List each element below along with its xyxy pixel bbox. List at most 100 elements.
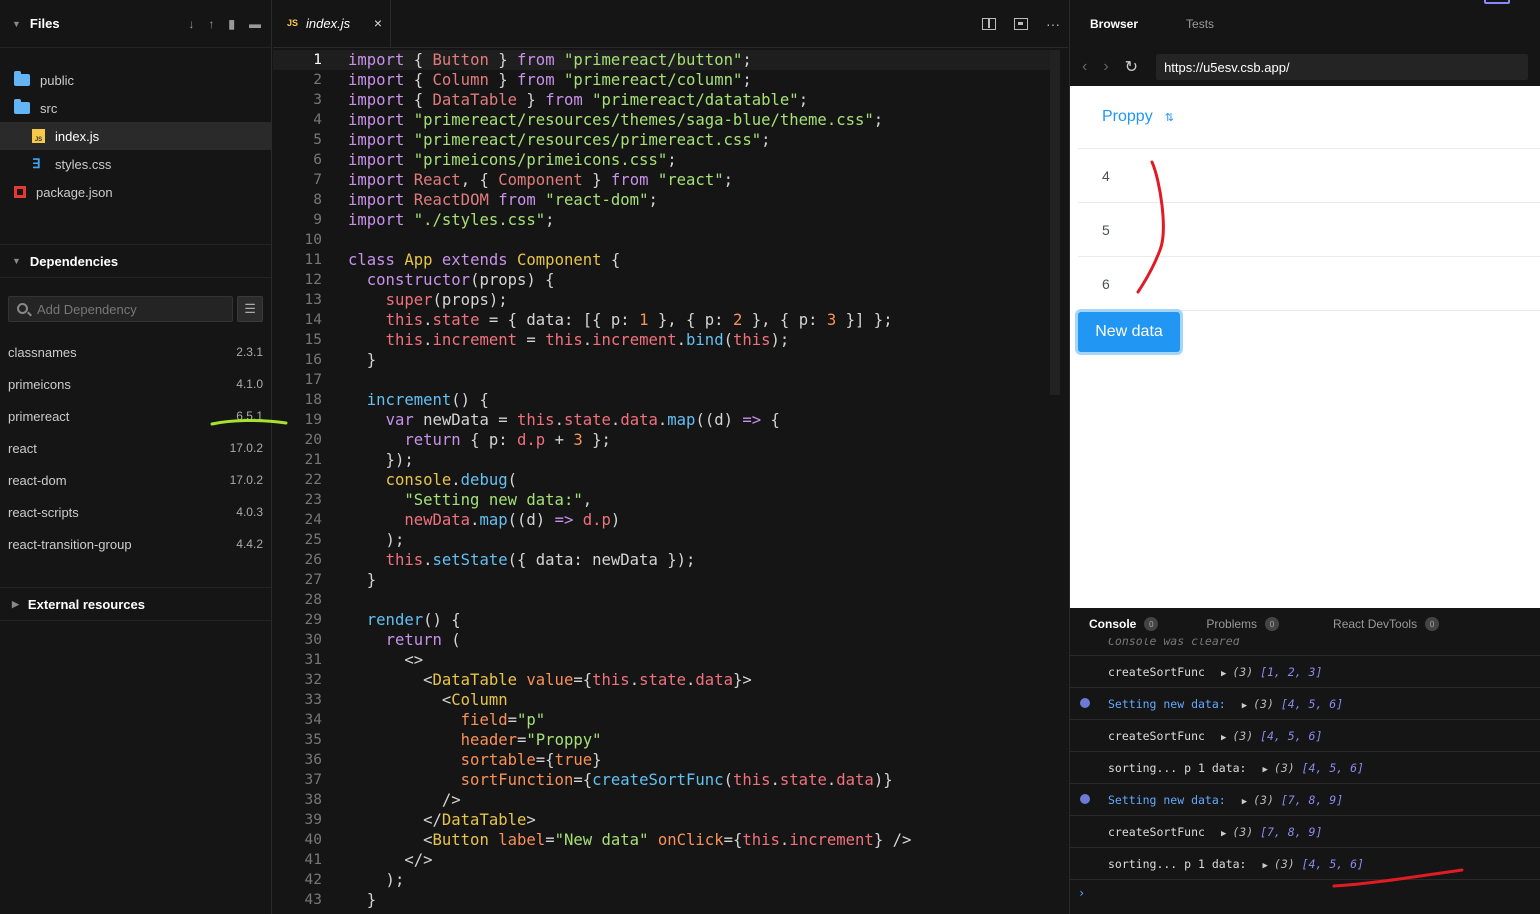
refresh-icon[interactable]: ↻	[1125, 57, 1138, 77]
dependency-row[interactable]: react-transition-group 4.4.2	[0, 528, 271, 560]
tab-react-devtools[interactable]: React DevTools 0	[1333, 617, 1440, 631]
editor-scrollbar[interactable]	[1050, 50, 1060, 395]
dependency-version[interactable]: 6.5.1	[236, 409, 263, 423]
code-line-text: import "primereact/resources/themes/saga…	[348, 111, 884, 129]
tab-console[interactable]: Console 0	[1089, 617, 1159, 631]
new-data-button[interactable]: New data	[1078, 312, 1180, 352]
tree-item-src[interactable]: src	[0, 94, 271, 122]
download-icon[interactable]: ↓	[188, 17, 194, 31]
console-array[interactable]: ▶ (3) [4, 5, 6]	[1221, 729, 1322, 743]
dependency-menu-button[interactable]: ☰	[237, 296, 263, 322]
dependency-row[interactable]: react-dom 17.0.2	[0, 464, 271, 496]
open-preview-icon[interactable]	[1014, 18, 1028, 30]
back-icon[interactable]: ‹	[1082, 58, 1087, 76]
console-prompt[interactable]: ›	[1078, 886, 1085, 900]
tree-item-styles-css[interactable]: ∃ styles.css	[0, 150, 271, 178]
dependency-row[interactable]: primeicons 4.1.0	[0, 368, 271, 400]
code-line-text: </DataTable>	[348, 811, 536, 829]
line-number: 21	[304, 452, 322, 468]
dependency-row[interactable]: primereact 6.5.1	[0, 400, 271, 432]
tab-index-js[interactable]: JS index.js ×	[273, 0, 391, 47]
dependency-version[interactable]: 2.3.1	[236, 345, 263, 359]
layout-icon[interactable]	[1484, 0, 1510, 4]
forward-icon[interactable]: ›	[1103, 58, 1108, 76]
console-row: createSortFunc ▶ (3) [4, 5, 6]	[1070, 720, 1540, 752]
url-input[interactable]	[1164, 59, 1529, 75]
dependency-version[interactable]: 4.0.3	[236, 505, 263, 519]
line-number: 12	[304, 272, 322, 288]
js-file-icon: JS	[32, 129, 45, 143]
array-count: (3)	[1232, 824, 1254, 839]
expand-triangle-icon: ▶	[1241, 796, 1248, 807]
code-line: 23 "Setting new data:",	[273, 490, 1053, 510]
code-line: 21 });	[273, 450, 1053, 470]
more-icon[interactable]: ···	[1046, 16, 1060, 32]
code-line: 13 super(props);	[273, 290, 1053, 310]
console-array[interactable]: ▶ (3) [4, 5, 6]	[1242, 697, 1343, 711]
code-line-text: import { Column } from "primereact/colum…	[348, 71, 752, 89]
console-array[interactable]: ▶ (3) [4, 5, 6]	[1262, 761, 1363, 775]
dependencies-title: Dependencies	[29, 253, 119, 269]
tab-browser[interactable]: Browser	[1090, 17, 1138, 31]
code-line: 4 import "primereact/resources/themes/sag…	[273, 110, 1053, 130]
sort-icon[interactable]: ⇅	[1165, 111, 1174, 124]
console-message: sorting... p 1 data:	[1108, 856, 1247, 871]
dependency-row[interactable]: react-scripts 4.0.3	[0, 496, 271, 528]
line-number: 40	[304, 832, 322, 848]
tree-item-package-json[interactable]: package.json	[0, 178, 271, 206]
console-row: sorting... p 1 data: ▶ (3) [4, 5, 6]	[1070, 752, 1540, 784]
array-values: [4, 5, 6]	[1301, 760, 1364, 775]
code-line-text: import { Button } from "primereact/butto…	[348, 51, 752, 69]
code-line-text: "Setting new data:",	[404, 491, 593, 509]
sidebar: ▼ Files ↓ ↑ ▮ ▬ public src JS index.js ∃…	[0, 0, 272, 914]
browser-panel: Browser Tests ‹ › ↻ Proppy ⇅ 4 5 6 New d…	[1069, 0, 1540, 914]
upload-icon[interactable]: ↑	[208, 17, 214, 31]
tree-item-index-js[interactable]: JS index.js	[0, 122, 271, 150]
array-count: (3)	[1273, 760, 1295, 775]
line-number: 31	[304, 652, 322, 668]
dependency-row[interactable]: react 17.0.2	[0, 432, 271, 464]
console-array[interactable]: ▶ (3) [7, 8, 9]	[1242, 793, 1343, 807]
line-number: 5	[313, 132, 322, 148]
editor-tab-bar: JS index.js × ···	[273, 0, 1068, 48]
count-badge: 0	[1425, 617, 1440, 631]
code-line: 16 }	[273, 350, 1053, 370]
line-number: 1	[313, 52, 322, 68]
line-number: 16	[304, 352, 322, 368]
code-line: 5 import "primereact/resources/primereact…	[273, 130, 1053, 150]
console-array[interactable]: ▶ (3) [4, 5, 6]	[1262, 857, 1363, 871]
close-icon[interactable]: ×	[374, 15, 382, 31]
dependency-row[interactable]: classnames 2.3.1	[0, 336, 271, 368]
code-line: 29 render() {	[273, 610, 1053, 630]
code-line-text: this.setState({ data: newData });	[385, 551, 696, 569]
tab-problems[interactable]: Problems 0	[1206, 617, 1280, 631]
split-view-icon[interactable]	[982, 18, 996, 30]
add-dependency-input[interactable]	[9, 297, 233, 321]
new-file-icon[interactable]: ▮	[228, 17, 235, 31]
code-line: 11 class App extends Component {	[273, 250, 1053, 270]
dependencies-header[interactable]: ▼ Dependencies	[0, 244, 271, 278]
new-folder-icon[interactable]: ▬	[249, 17, 261, 31]
tree-item-public[interactable]: public	[0, 66, 271, 94]
console-array[interactable]: ▶ (3) [1, 2, 3]	[1221, 665, 1322, 679]
code-line-text: super(props);	[385, 291, 508, 309]
console-array[interactable]: ▶ (3) [7, 8, 9]	[1221, 825, 1322, 839]
array-values: [7, 8, 9]	[1260, 824, 1323, 839]
url-bar[interactable]	[1156, 54, 1529, 80]
console-row: Setting new data: ▶ (3) [4, 5, 6]	[1070, 688, 1540, 720]
dependency-version[interactable]: 17.0.2	[230, 441, 263, 455]
column-header-proppy[interactable]: Proppy ⇅	[1078, 86, 1540, 149]
external-resources-header[interactable]: ▶ External resources	[0, 587, 271, 621]
tree-item-label: index.js	[55, 128, 100, 144]
search-icon	[17, 303, 28, 314]
code-line: 28	[273, 590, 1053, 610]
dependency-version[interactable]: 4.4.2	[236, 537, 263, 551]
table-cell: 6	[1102, 275, 1110, 292]
line-number: 2	[313, 72, 322, 88]
dependency-version[interactable]: 17.0.2	[230, 473, 263, 487]
line-number: 22	[304, 472, 322, 488]
tab-tests[interactable]: Tests	[1186, 17, 1214, 31]
files-header[interactable]: ▼ Files ↓ ↑ ▮ ▬	[0, 0, 271, 48]
code-area[interactable]: 1 import { Button } from "primereact/butt…	[273, 50, 1053, 910]
dependency-version[interactable]: 4.1.0	[236, 377, 263, 391]
